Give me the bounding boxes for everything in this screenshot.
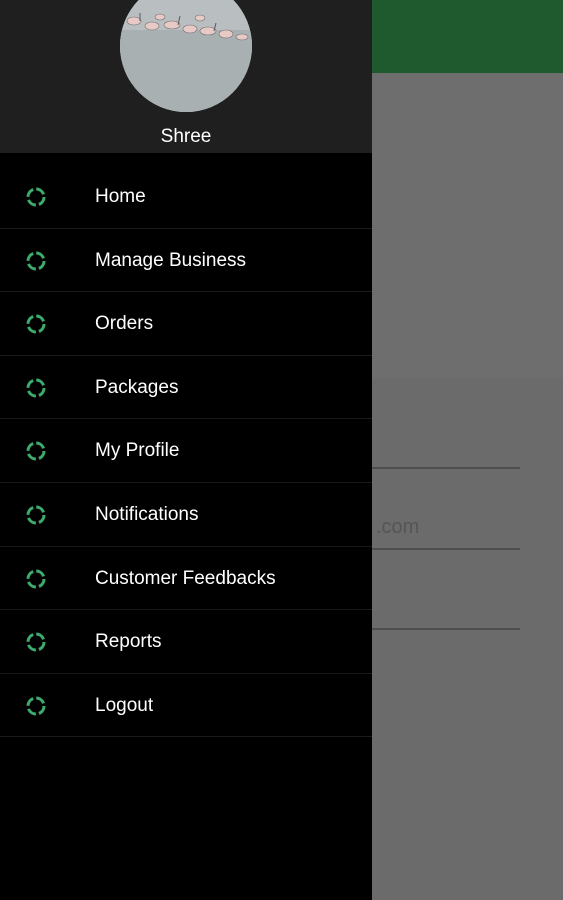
- drawer-menu: Home Manage Business Orders Packages My …: [0, 165, 372, 738]
- menu-item-customer-feedbacks[interactable]: Customer Feedbacks: [0, 547, 372, 611]
- drawer-header: Shree: [0, 0, 372, 153]
- loader-ring-icon: [26, 505, 46, 525]
- menu-item-label: Logout: [95, 694, 154, 716]
- menu-item-label: Packages: [95, 376, 179, 398]
- menu-item-label: Customer Feedbacks: [95, 567, 276, 589]
- menu-item-label: My Profile: [95, 440, 180, 462]
- menu-item-home[interactable]: Home: [0, 165, 372, 229]
- user-name: Shree: [160, 126, 212, 147]
- loader-ring-icon: [26, 441, 46, 461]
- email-field-underline: [372, 548, 520, 550]
- loader-ring-icon: [26, 569, 46, 589]
- loader-ring-icon: [26, 378, 46, 398]
- navigation-drawer: Shree Home Manage Business Orders Packag…: [0, 0, 372, 900]
- loader-ring-icon: [26, 251, 46, 271]
- phone-field-underline: [372, 628, 520, 630]
- menu-item-reports[interactable]: Reports: [0, 610, 372, 674]
- menu-item-label: Home: [95, 186, 146, 207]
- menu-item-label: Notifications: [95, 503, 199, 525]
- avatar[interactable]: [120, 0, 252, 112]
- loader-ring-icon: [26, 632, 46, 652]
- menu-item-packages[interactable]: Packages: [0, 356, 372, 420]
- menu-item-label: Orders: [95, 313, 154, 335]
- menu-item-notifications[interactable]: Notifications: [0, 483, 372, 547]
- menu-item-my-profile[interactable]: My Profile: [0, 419, 372, 483]
- menu-item-label: Manage Business: [95, 249, 247, 271]
- loader-ring-icon: [26, 187, 46, 207]
- menu-item-logout[interactable]: Logout: [0, 674, 372, 738]
- email-field-value: .com: [376, 516, 420, 538]
- loader-ring-icon: [26, 696, 46, 716]
- loader-ring-icon: [26, 314, 46, 334]
- menu-item-orders[interactable]: Orders: [0, 292, 372, 356]
- name-field-underline: [372, 467, 520, 469]
- avatar-photo: [120, 0, 252, 112]
- menu-item-manage-business[interactable]: Manage Business: [0, 229, 372, 293]
- menu-item-label: Reports: [95, 631, 162, 653]
